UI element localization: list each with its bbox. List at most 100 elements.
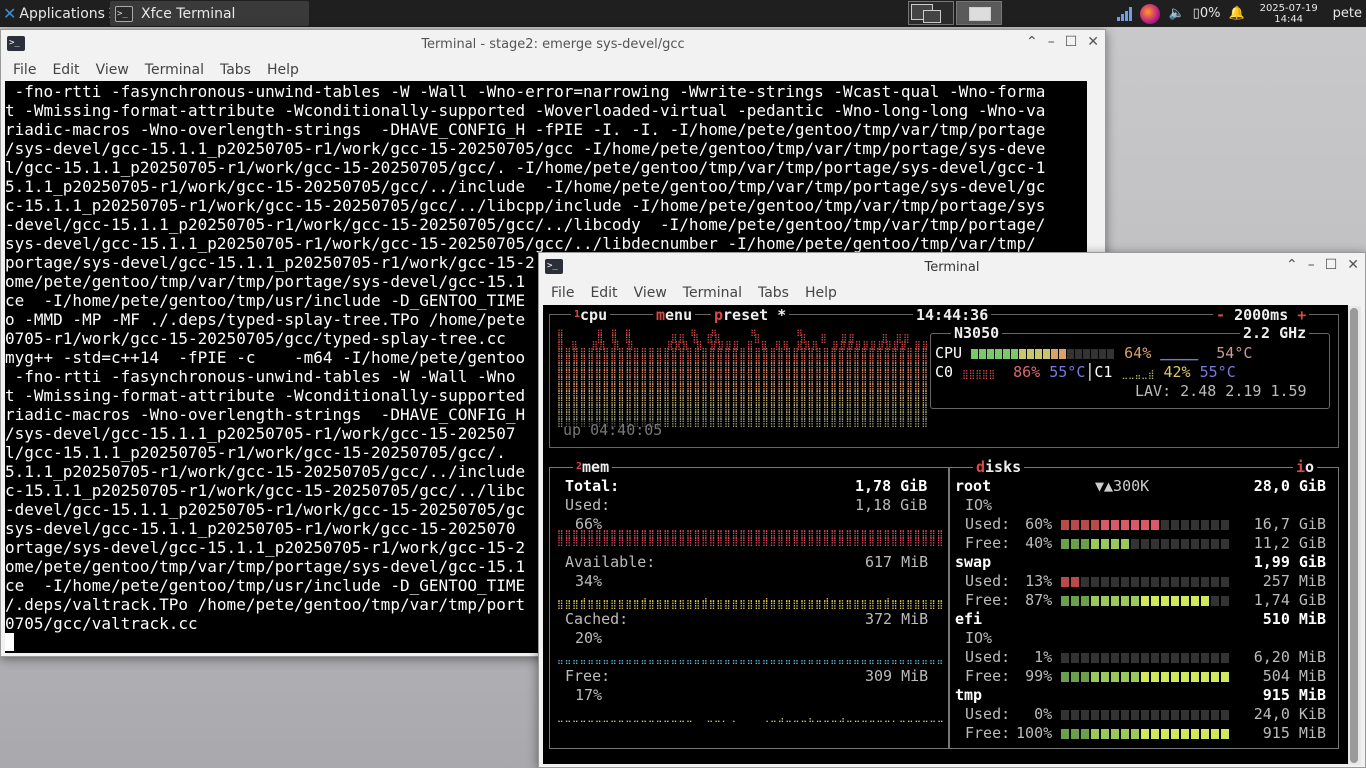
menu-file[interactable]: File (543, 285, 582, 301)
applications-label: Applications (19, 5, 105, 22)
cpu-box-title[interactable]: 1cpu (571, 307, 611, 323)
usage-value: 915 MiB (1262, 724, 1326, 742)
battery-indicator[interactable]: ▯0% (1193, 6, 1221, 21)
meter-cell (1091, 652, 1100, 663)
meter-cell (1131, 728, 1140, 739)
meter-cell (1201, 671, 1210, 682)
meter-cell (1081, 538, 1090, 549)
cpu-percent: 64% (1124, 344, 1152, 362)
disk-name: root (955, 477, 992, 495)
meter-cell (1061, 709, 1070, 720)
shade-button[interactable]: ⌃ (1286, 257, 1298, 273)
menu-view[interactable]: View (626, 285, 675, 301)
window-titlebar[interactable]: >_ Terminal - stage2: emerge sys-devel/g… (1, 30, 1105, 58)
disk-size: 28,0 GiB (1253, 477, 1326, 495)
usage-meter (1061, 648, 1231, 666)
meter-cell (1101, 538, 1110, 549)
btop-clock: 14:44:36 (913, 307, 992, 323)
meter-cell (1061, 576, 1070, 587)
meter-cell (1191, 728, 1200, 739)
network-signal-icon[interactable] (1117, 6, 1133, 21)
menubar: File Edit View Terminal Tabs Help (1, 58, 1105, 82)
meter-cell (979, 348, 987, 359)
workspace-2[interactable] (956, 1, 1002, 25)
mem-cached-graph: ⣤⣤⣤⣤⣤⣤⣤⣤⣤⣤⣤⣤⣤⣤⣤⣤⣤⣤⣤⣤⣤⣤⣤⣤⣤⣤⣤⣤⣤⣤⣤⣤⣤⣤⣤⣤⣤⣤⣤⣤… (557, 657, 943, 665)
menu-edit[interactable]: Edit (44, 62, 87, 78)
meter-cell (1091, 519, 1100, 530)
clock[interactable]: 2025-07-19 14:44 (1253, 3, 1325, 25)
usage-label: Free: (965, 591, 1011, 609)
meter-cell (1071, 595, 1080, 606)
disks-box-title[interactable]: disks (973, 459, 1025, 475)
meter-cell (1131, 709, 1140, 720)
close-button[interactable]: ✕ (1347, 257, 1359, 273)
notification-bell-icon[interactable]: 🔔 (1228, 6, 1244, 21)
meter-cell (971, 348, 979, 359)
xfce-logo-icon: ✕ (3, 4, 17, 23)
disk-size: 1,99 GiB (1253, 553, 1326, 571)
meter-cell (1211, 728, 1220, 739)
disk-usage-row: Used: 13% (965, 572, 1231, 591)
meter-cell (1181, 652, 1190, 663)
menu-help[interactable]: Help (259, 62, 307, 78)
meter-cell (1131, 652, 1140, 663)
usage-meter (1061, 572, 1231, 590)
cpu-meter (971, 344, 1115, 362)
usage-label: Free: (965, 667, 1011, 685)
menu-help[interactable]: Help (797, 285, 845, 301)
disk-usage-row: Free: 40% (965, 534, 1231, 553)
meter-cell (1071, 538, 1080, 549)
menubar: File Edit View Terminal Tabs Help (539, 281, 1365, 305)
menu-toggle[interactable]: menu (653, 307, 696, 323)
minimize-button[interactable]: – (1308, 257, 1315, 273)
meter-cell (1075, 348, 1083, 359)
close-button[interactable]: ✕ (1087, 34, 1099, 50)
mem-free-percent: 17% (575, 686, 603, 704)
usage-label: Free: (965, 534, 1011, 552)
meter-cell (1221, 728, 1230, 739)
scrollbar[interactable] (1347, 306, 1361, 765)
io-toggle[interactable]: io (1293, 459, 1318, 475)
meter-cell (1191, 709, 1200, 720)
menu-terminal[interactable]: Terminal (137, 62, 212, 78)
meter-cell (1101, 576, 1110, 587)
menu-file[interactable]: File (5, 62, 44, 78)
workspace-1[interactable] (908, 1, 954, 25)
meter-cell (1071, 709, 1080, 720)
meter-cell (1161, 538, 1170, 549)
usage-label: Used: (965, 648, 1011, 666)
menu-tabs[interactable]: Tabs (750, 285, 797, 301)
meter-cell (1121, 595, 1130, 606)
terminal-window-icon: >_ (7, 36, 25, 51)
workspace-pager[interactable] (908, 1, 1002, 25)
user-name[interactable]: pete (1333, 6, 1362, 21)
btop-monitor[interactable]: 1cpu menu preset * 14:44:36 - 2000ms + ⣿… (543, 305, 1348, 764)
applications-menu-button[interactable]: ✕ Applications ☰ (0, 0, 121, 27)
menu-tabs[interactable]: Tabs (212, 62, 259, 78)
meter-cell (1071, 728, 1080, 739)
mem-available-graph: ⡀⢀⣀⣠⣀⡀⣀⢀⡀⢀⣀⣠⣀⡀⣀⢀⡀⢀⣀⣠⣀⡀⣀⢀⡀⢀⣀⣠⣀⡀⣀⢀⡀⢀⣀⣠⣀⡀⣀⢀… (557, 595, 943, 610)
preset-toggle[interactable]: preset * (711, 307, 790, 323)
meter-cell (1091, 671, 1100, 682)
load-average: LAV: 2.48 2.19 1.59 (1135, 382, 1307, 400)
meter-cell (1181, 595, 1190, 606)
terminal-line: riadic-macros -Wno-overlength-strings -D… (5, 120, 1046, 139)
taskbar-button-xfce-terminal[interactable]: >_ Xfce Terminal (110, 1, 309, 26)
meter-cell (1091, 728, 1100, 739)
minimize-button[interactable]: – (1048, 34, 1055, 50)
menu-view[interactable]: View (88, 62, 137, 78)
volume-icon[interactable]: 🔈 (1168, 6, 1184, 21)
meter-cell (1003, 348, 1011, 359)
window-titlebar[interactable]: >_ Terminal ⌃ – ☐ ✕ (539, 253, 1365, 281)
maximize-button[interactable]: ☐ (1325, 257, 1338, 273)
menu-edit[interactable]: Edit (582, 285, 625, 301)
meter-cell (1181, 671, 1190, 682)
disk-name: tmp (955, 686, 983, 704)
update-interval[interactable]: - 2000ms + (1213, 307, 1310, 323)
firefox-tray-icon[interactable] (1140, 3, 1161, 24)
scrollbar-thumb[interactable] (1350, 308, 1358, 763)
menu-terminal[interactable]: Terminal (675, 285, 750, 301)
mem-total: 1,78 GiB (855, 477, 928, 495)
maximize-button[interactable]: ☐ (1065, 34, 1078, 50)
shade-button[interactable]: ⌃ (1026, 34, 1038, 50)
